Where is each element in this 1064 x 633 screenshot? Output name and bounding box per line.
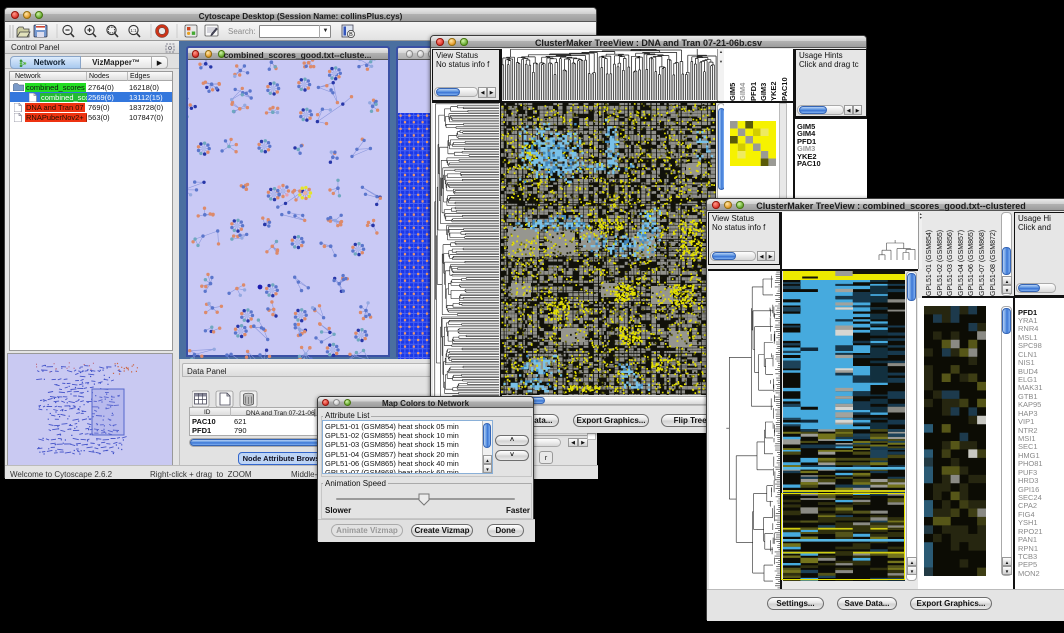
svg-text:1:1: 1:1 xyxy=(130,28,137,33)
svg-text:B: B xyxy=(349,32,353,38)
svg-text:Search:: Search: xyxy=(228,27,256,36)
